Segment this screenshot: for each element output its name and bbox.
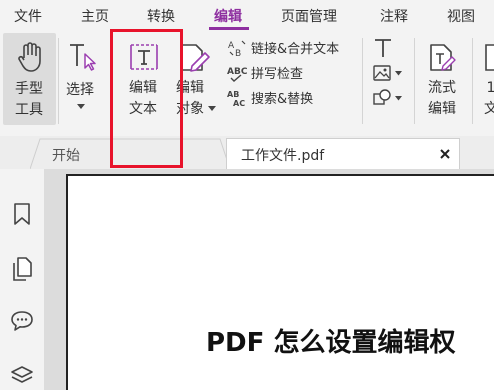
search-replace-icon: AB AC (227, 90, 245, 107)
ribbon-divider (414, 38, 415, 124)
left-sidebar (0, 169, 45, 390)
menu-view[interactable]: 视图 (447, 6, 475, 26)
menu-home[interactable]: 主页 (81, 6, 109, 26)
active-menu-indicator (209, 27, 249, 30)
select-button[interactable]: 选择 (60, 36, 104, 124)
comment-icon[interactable] (10, 310, 34, 332)
document-title: PDF 怎么设置编辑权 (206, 328, 456, 358)
chevron-down-icon (77, 104, 85, 109)
search-replace-button[interactable]: AB AC 搜索&替换 (226, 87, 336, 109)
spell-check-label: 拼写检查 (251, 67, 304, 82)
tab-document[interactable]: 工作文件.pdf (226, 138, 460, 169)
add-text-icon[interactable] (372, 37, 394, 59)
add-shape-icon (373, 89, 391, 105)
svg-text:AC: AC (233, 99, 245, 107)
bookmark-icon[interactable] (12, 202, 32, 226)
ribbon-divider (58, 38, 59, 124)
flow-edit-icon (430, 44, 456, 71)
menu-annotate[interactable]: 注释 (380, 6, 408, 26)
menu-convert[interactable]: 转换 (147, 6, 175, 26)
search-replace-label: 搜索&替换 (251, 92, 314, 107)
chevron-down-icon (395, 96, 402, 101)
spell-check-icon: ABC (227, 67, 248, 82)
partial-tool-label-1: 1 (486, 80, 494, 96)
ribbon-divider (362, 38, 363, 124)
flow-edit-label-1: 流式 (428, 80, 456, 96)
link-merge-icon: A B (228, 40, 246, 57)
menu-page-manage[interactable]: 页面管理 (281, 6, 337, 26)
flow-edit-button[interactable]: 流式 编辑 (418, 36, 468, 124)
flow-edit-label-2: 编辑 (428, 101, 456, 117)
select-text-cursor-icon (70, 44, 96, 71)
tab-document-label: 工作文件.pdf (241, 148, 325, 164)
link-merge-label: 链接&合并文本 (251, 42, 340, 57)
select-label: 选择 (66, 82, 94, 98)
pages-icon[interactable] (11, 256, 33, 282)
edit-object-icon (181, 44, 210, 72)
add-image-button[interactable] (372, 62, 406, 84)
add-shape-button[interactable] (372, 87, 406, 109)
menu-file[interactable]: 文件 (14, 6, 42, 26)
edit-text-highlight-box (110, 29, 183, 168)
hand-tool-label-1: 手型 (15, 81, 43, 97)
svg-text:B: B (235, 49, 241, 57)
ribbon-divider (472, 38, 473, 124)
chevron-down-icon (208, 106, 216, 111)
svg-text:ABC: ABC (227, 67, 248, 77)
partial-tool-label-2: 文 (484, 101, 494, 117)
menu-bar: 文件 主页 转换 编辑 页面管理 注释 视图 (0, 0, 494, 32)
hand-tool-label-2: 工具 (15, 102, 43, 118)
close-icon[interactable] (439, 148, 451, 160)
layers-icon[interactable] (10, 365, 34, 387)
document-icon (485, 44, 494, 71)
add-image-icon (373, 65, 391, 81)
chevron-down-icon (395, 71, 402, 76)
hand-icon (18, 42, 41, 72)
spell-check-button[interactable]: ABC 拼写检查 (226, 62, 336, 84)
menu-edit[interactable]: 编辑 (214, 6, 242, 26)
svg-text:A: A (228, 41, 235, 51)
svg-text:AB: AB (227, 90, 239, 99)
hand-tool-button[interactable]: 手型 工具 (3, 33, 56, 125)
link-merge-button[interactable]: A B 链接&合并文本 (226, 37, 356, 59)
partial-tool-button[interactable]: 1 文 (476, 36, 494, 124)
